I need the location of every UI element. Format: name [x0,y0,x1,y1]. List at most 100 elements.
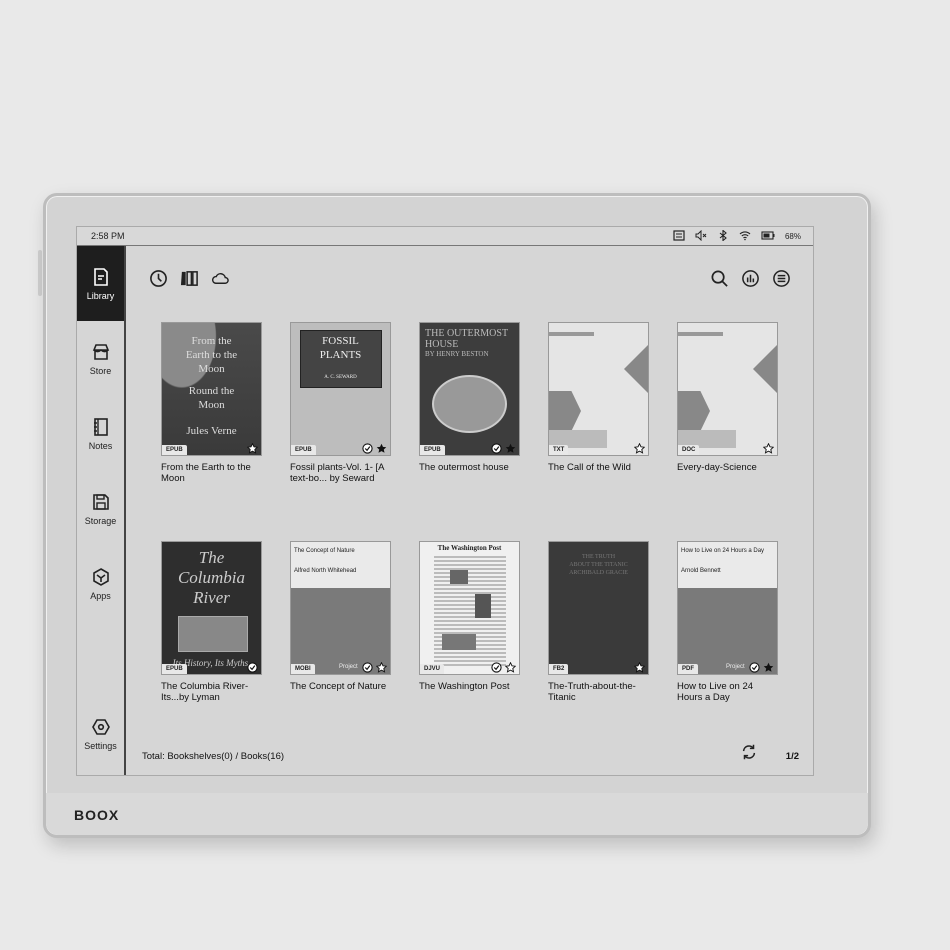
book-cover[interactable]: THE TRUTH ABOUT THE TITANIC ARCHIBALD GRAC… [548,541,649,675]
book-title[interactable]: Fossil plants-Vol. 1- [A text-bo... by S… [290,462,391,484]
storage-icon [92,493,109,510]
page-indicator[interactable]: 1/2 [786,751,799,762]
mute-icon[interactable] [695,229,707,243]
statistics-icon[interactable] [741,269,760,293]
book-item[interactable]: FOSSIL PLANTS A. C. SEWARD EPUB Fossil plant… [290,322,391,484]
book-cover[interactable]: The Washington Post DJVU [419,541,520,675]
cover-text: Round the [188,385,235,397]
format-badge: EPUB [291,445,316,455]
cover-text: Moon [198,399,225,411]
star-outline-icon[interactable] [247,443,258,454]
book-cover[interactable]: THE OUTERMOST HOUSE BY HENRY BESTON EPUB [419,322,520,456]
book-cover[interactable]: TXT [548,322,649,456]
book-title[interactable]: The outermost house [419,462,520,473]
star-outline-icon[interactable] [634,662,645,673]
star-filled-icon[interactable] [505,443,516,454]
sidebar-item-storage[interactable]: Storage [77,471,124,546]
cover-text: Moon [198,363,225,375]
cover-text: BY HENRY BESTON [425,350,489,358]
format-badge: MOBI [291,664,315,674]
cover-text: Alfred North Whitehead [294,568,357,574]
sidebar-item-store[interactable]: Store [77,321,124,396]
cover-text: The Concept of Nature [294,548,355,554]
book-title[interactable]: From the Earth to the Moon [161,462,262,484]
store-icon [92,343,109,360]
book-title[interactable]: The Washington Post [419,681,520,692]
book-item[interactable]: The Columbia River Its History, Its Myths, E… [161,541,262,703]
cover-text: The Washington Post [437,544,502,552]
sidebar-item-library[interactable]: Library [77,246,124,321]
cover-text: ARCHIBALD GRACIE [569,570,628,576]
bluetooth-icon[interactable] [717,228,729,243]
star-outline-icon[interactable] [634,443,645,454]
format-badge: PDF [678,664,698,674]
cover-text: Jules Verne [186,425,237,437]
refresh-icon[interactable] [740,743,758,766]
book-cover[interactable]: FOSSIL PLANTS A. C. SEWARD EPUB [290,322,391,456]
eink-device: BOOX 2:58 PM 68% Library Store Notes Sto… [43,193,871,838]
cloud-icon[interactable] [211,269,230,293]
book-title[interactable]: Every-day-Science [677,462,778,473]
book-item[interactable]: From the Earth to the Moon Round the Moon Jul… [161,322,262,484]
book-title[interactable]: The-Truth-about-the-Titanic [548,681,649,703]
format-badge: EPUB [162,664,187,674]
read-check-icon [749,662,760,673]
book-item[interactable]: The Concept of Nature Alfred North Whiteh… [290,541,391,692]
bookshelf-icon[interactable] [180,269,199,293]
book-title[interactable]: The Call of the Wild [548,462,649,473]
cover-text: PLANTS [319,349,362,361]
star-filled-icon[interactable] [763,662,774,673]
star-outline-icon[interactable] [376,662,387,673]
screen: 2:58 PM 68% Library Store Notes Storage … [76,226,814,776]
sidebar-item-label: Notes [88,440,113,451]
format-badge: TXT [549,445,569,455]
book-cover[interactable]: DOC [677,322,778,456]
star-outline-icon[interactable] [763,443,774,454]
book-item[interactable]: The Washington Post DJVU The Washington Po… [419,541,520,692]
cover-text: Columbia [177,568,246,587]
menu-icon[interactable] [772,269,791,293]
book-item[interactable]: THE TRUTH ABOUT THE TITANIC ARCHIBALD GRAC… [548,541,649,703]
sidebar-item-label: Settings [84,740,117,751]
battery-icon [761,230,775,243]
book-item[interactable]: TXT The Call of the Wild [548,322,649,473]
sync-icon[interactable] [673,229,685,243]
book-cover[interactable]: The Concept of Nature Alfred North Whiteh… [290,541,391,675]
book-cover[interactable]: From the Earth to the Moon Round the Moon Jul… [161,322,262,456]
sidebar-item-settings[interactable]: Settings [77,696,124,771]
book-title[interactable]: How to Live on 24 Hours a Day [677,681,778,703]
star-filled-icon[interactable] [376,443,387,454]
book-title[interactable]: The Concept of Nature [290,681,391,692]
book-cover[interactable]: The Columbia River Its History, Its Myths, E… [161,541,262,675]
format-badge: DOC [678,445,700,455]
book-title[interactable]: The Columbia River-Its...by Lyman [161,681,262,703]
read-check-icon [247,662,258,673]
cover-text: THE TRUTH [581,554,616,560]
book-item[interactable]: DOC Every-day-Science [677,322,778,473]
sidebar-item-notes[interactable]: Notes [77,396,124,471]
cover-text: Earth to the [185,349,238,361]
side-power-button[interactable] [38,250,42,296]
library-toolbar-right [710,269,791,293]
cover-text: River [193,588,230,607]
brand-logo: BOOX [74,807,120,823]
format-badge: DJVU [420,664,445,674]
book-item[interactable]: How to Live on 24 Hours a Day Arnold Benn… [677,541,778,703]
sidebar-item-label: Storage [84,515,117,526]
star-outline-icon[interactable] [505,662,516,673]
book-cover[interactable]: How to Live on 24 Hours a Day Arnold Benn… [677,541,778,675]
read-check-icon [491,662,502,673]
search-icon[interactable] [710,269,729,293]
read-check-icon [362,662,373,673]
wifi-icon[interactable] [739,230,751,243]
cover-text: From the [191,335,232,347]
library-total: Total: Bookshelves(0) / Books(16) [142,751,285,762]
read-check-icon [491,443,502,454]
recent-clock-icon[interactable] [149,269,168,293]
sidebar: Library Store Notes Storage Apps Setting… [77,246,126,775]
cover-text: How to Live on 24 Hours a Day [681,548,765,554]
cover-text: A. C. SEWARD [324,375,357,380]
format-badge: FB2 [549,664,569,674]
book-item[interactable]: THE OUTERMOST HOUSE BY HENRY BESTON EPUB The… [419,322,520,473]
sidebar-item-apps[interactable]: Apps [77,546,124,621]
